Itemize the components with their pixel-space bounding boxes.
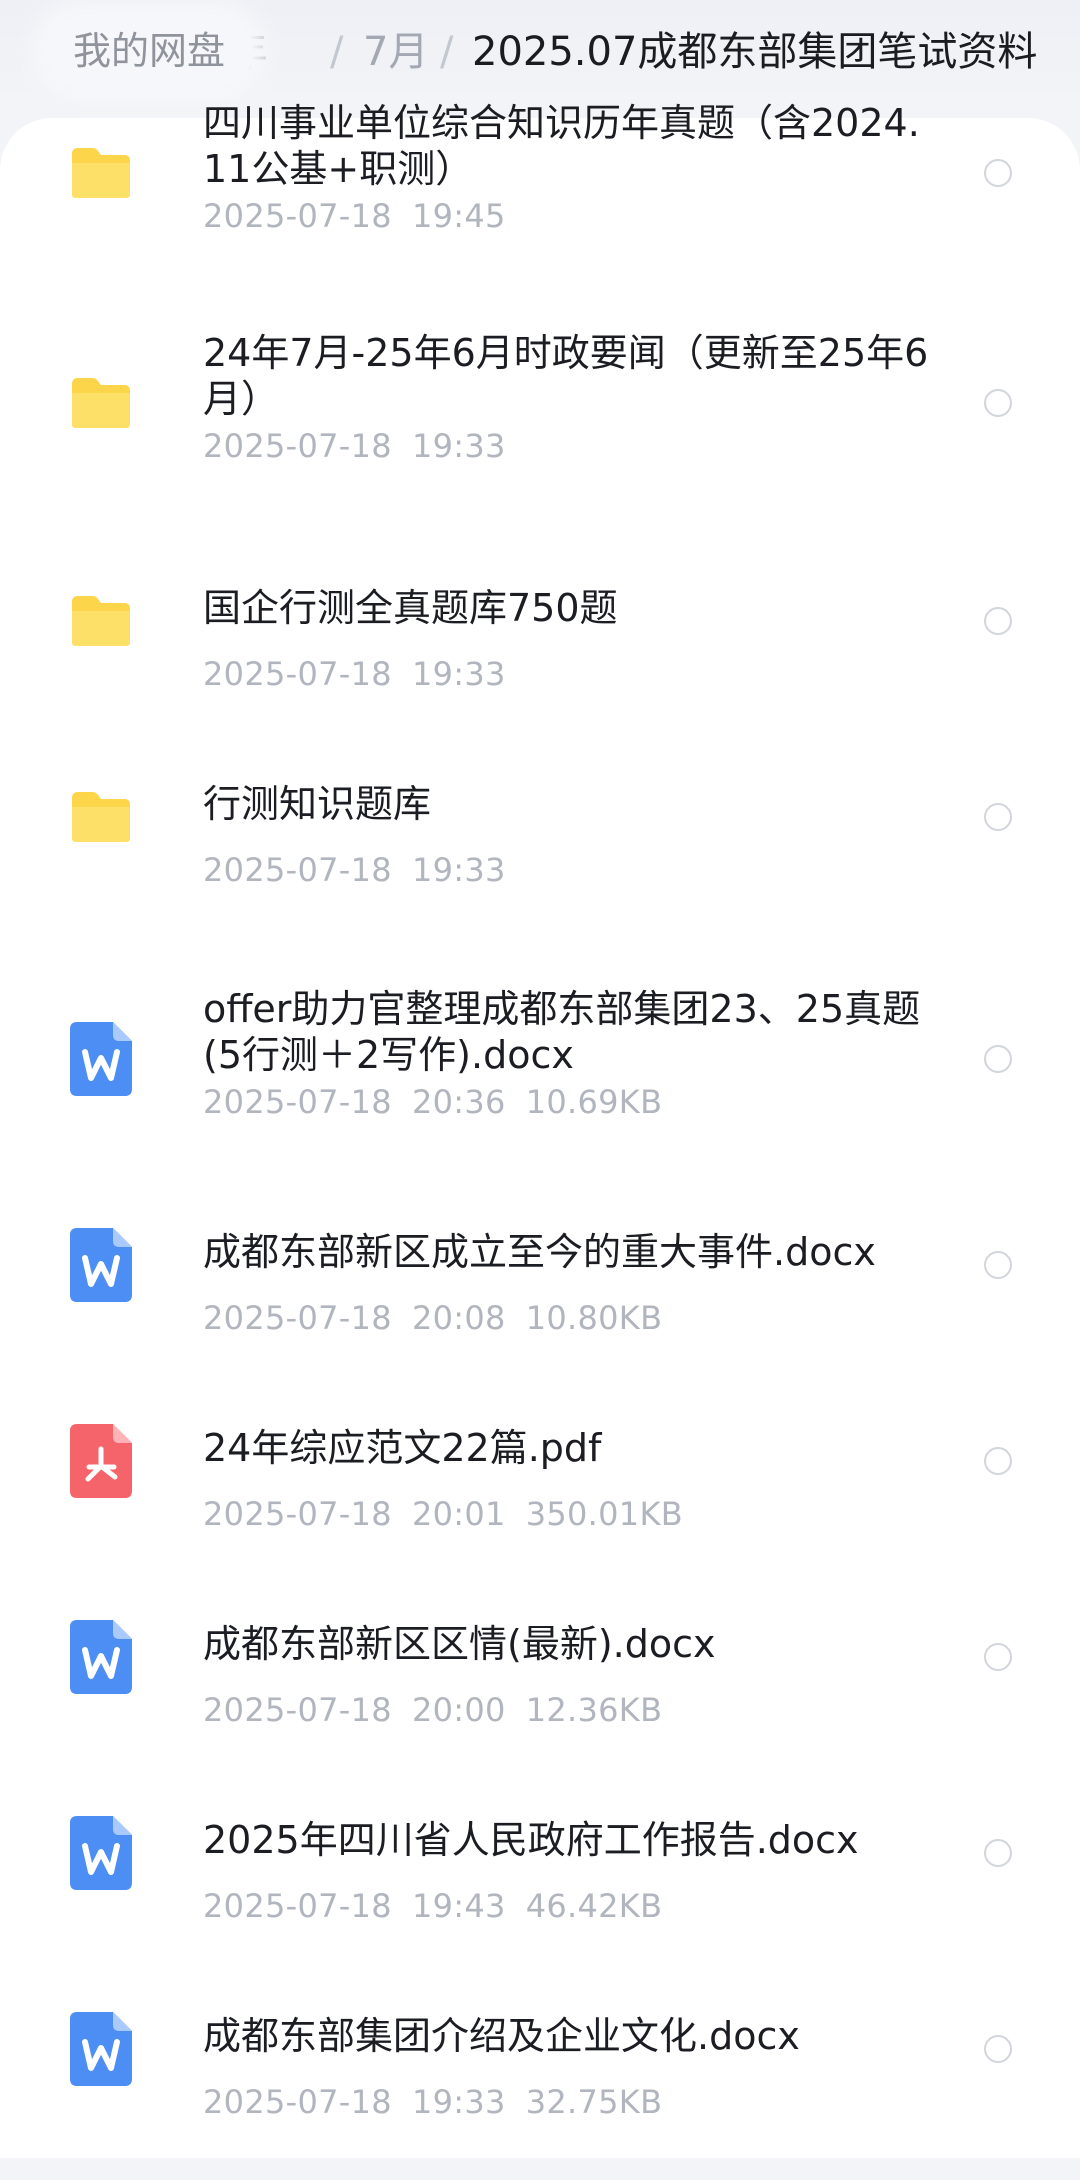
- file-time: 20:08: [411, 1299, 506, 1337]
- folder-icon: [70, 376, 132, 434]
- file-date: 2025-07-18: [203, 197, 392, 235]
- word-doc-icon: [70, 1816, 132, 1894]
- file-date: 2025-07-18: [203, 851, 392, 889]
- file-name: offer助力官整理成都东部集团23、25真题(5行测＋2写作).docx: [203, 987, 921, 1077]
- select-radio[interactable]: [984, 2035, 1012, 2063]
- select-radio[interactable]: [984, 1251, 1012, 1279]
- breadcrumb: 5年 / 7月 / 2025.07成都东部集团笔试资料 我的网盘: [0, 0, 1080, 110]
- file-time: 20:01: [411, 1495, 506, 1533]
- file-list: 四川事业单位综合知识历年真题（含2024.11公基+职测） 2025-07-18 1…: [0, 101, 1080, 2158]
- file-time: 19:33: [411, 851, 506, 889]
- folder-icon: [70, 146, 132, 204]
- file-size: 12.36KB: [525, 1691, 663, 1729]
- file-name: 国企行测全真题库750题: [203, 586, 618, 630]
- select-radio[interactable]: [984, 159, 1012, 187]
- breadcrumb-month[interactable]: 7月: [363, 22, 428, 82]
- folder-row[interactable]: 四川事业单位综合知识历年真题（含2024.11公基+职测） 2025-07-18 1…: [0, 100, 1080, 290]
- select-radio[interactable]: [984, 1839, 1012, 1867]
- file-name: 成都东部新区区情(最新).docx: [203, 1622, 716, 1666]
- folder-icon: [70, 594, 132, 652]
- file-time: 20:36: [411, 1083, 506, 1121]
- file-meta: 2025-07-18 19:33: [203, 426, 526, 466]
- file-row[interactable]: 2025年四川省人民政府工作报告.docx 2025-07-18 19:43 46.4…: [0, 1794, 1080, 1984]
- select-radio[interactable]: [984, 803, 1012, 831]
- folder-icon: [70, 790, 132, 848]
- file-name: 成都东部集团介绍及企业文化.docx: [203, 2014, 800, 2058]
- folder-row[interactable]: 24年7月-25年6月时政要闻（更新至25年6月） 2025-07-18 19:33: [0, 330, 1080, 520]
- file-date: 2025-07-18: [203, 1691, 392, 1729]
- file-name: 行测知识题库: [203, 782, 432, 826]
- file-name: 四川事业单位综合知识历年真题（含2024.11公基+职测）: [203, 101, 920, 191]
- file-date: 2025-07-18: [203, 1299, 392, 1337]
- word-doc-icon: [70, 1620, 132, 1698]
- file-time: 19:45: [411, 197, 506, 235]
- file-meta: 2025-07-18 19:43 46.42KB: [203, 1886, 682, 1926]
- pdf-icon: [70, 1424, 132, 1502]
- file-meta: 2025-07-18 20:08 10.80KB: [203, 1298, 682, 1338]
- file-date: 2025-07-18: [203, 2083, 392, 2121]
- breadcrumb-current-folder: 2025.07成都东部集团笔试资料: [472, 29, 1038, 75]
- file-row[interactable]: 成都东部集团介绍及企业文化.docx 2025-07-18 19:33 32.75KB: [0, 1990, 1080, 2180]
- file-date: 2025-07-18: [203, 1083, 392, 1121]
- file-meta: 2025-07-18 19:33 32.75KB: [203, 2082, 682, 2122]
- file-time: 19:43: [411, 1887, 506, 1925]
- file-date: 2025-07-18: [203, 1495, 392, 1533]
- file-row[interactable]: 成都东部新区成立至今的重大事件.docx 2025-07-18 20:08 10.80…: [0, 1206, 1080, 1396]
- file-name: 24年7月-25年6月时政要闻（更新至25年6月）: [203, 331, 929, 421]
- file-meta: 2025-07-18 20:36 10.69KB: [203, 1082, 682, 1122]
- breadcrumb-separator: /: [440, 29, 454, 75]
- select-radio[interactable]: [984, 607, 1012, 635]
- file-meta: 2025-07-18 20:00 12.36KB: [203, 1690, 682, 1730]
- file-name: 2025年四川省人民政府工作报告.docx: [203, 1818, 859, 1862]
- file-time: 20:00: [411, 1691, 506, 1729]
- word-doc-icon: [70, 1022, 132, 1100]
- file-size: 10.69KB: [525, 1083, 663, 1121]
- file-name: 成都东部新区成立至今的重大事件.docx: [203, 1230, 876, 1274]
- file-date: 2025-07-18: [203, 655, 392, 693]
- folder-row[interactable]: 行测知识题库 2025-07-18 19:33: [0, 758, 1080, 948]
- file-meta: 2025-07-18 19:33: [203, 850, 526, 890]
- file-date: 2025-07-18: [203, 1887, 392, 1925]
- file-time: 19:33: [411, 2083, 506, 2121]
- file-time: 19:33: [411, 655, 506, 693]
- file-time: 19:33: [411, 427, 506, 465]
- breadcrumb-separator: /: [330, 29, 344, 75]
- file-size: 10.80KB: [525, 1299, 663, 1337]
- file-row[interactable]: 成都东部新区区情(最新).docx 2025-07-18 20:00 12.36KB: [0, 1598, 1080, 1788]
- file-row[interactable]: 24年综应范文22篇.pdf 2025-07-18 20:01 350.01KB: [0, 1402, 1080, 1592]
- file-name: 24年综应范文22篇.pdf: [203, 1426, 602, 1470]
- select-radio[interactable]: [984, 389, 1012, 417]
- select-radio[interactable]: [984, 1045, 1012, 1073]
- file-size: 350.01KB: [525, 1495, 683, 1533]
- select-radio[interactable]: [984, 1643, 1012, 1671]
- file-meta: 2025-07-18 19:45: [203, 196, 526, 236]
- file-date: 2025-07-18: [203, 427, 392, 465]
- select-radio[interactable]: [984, 1447, 1012, 1475]
- file-meta: 2025-07-18 20:01 350.01KB: [203, 1494, 703, 1534]
- folder-row[interactable]: 国企行测全真题库750题 2025-07-18 19:33: [0, 562, 1080, 752]
- file-row[interactable]: offer助力官整理成都东部集团23、25真题(5行测＋2写作).docx 202…: [0, 986, 1080, 1176]
- word-doc-icon: [70, 2012, 132, 2090]
- file-meta: 2025-07-18 19:33: [203, 654, 526, 694]
- breadcrumb-root-my-drive[interactable]: 我的网盘: [46, 15, 254, 87]
- word-doc-icon: [70, 1228, 132, 1306]
- file-size: 32.75KB: [525, 2083, 663, 2121]
- file-size: 46.42KB: [525, 1887, 663, 1925]
